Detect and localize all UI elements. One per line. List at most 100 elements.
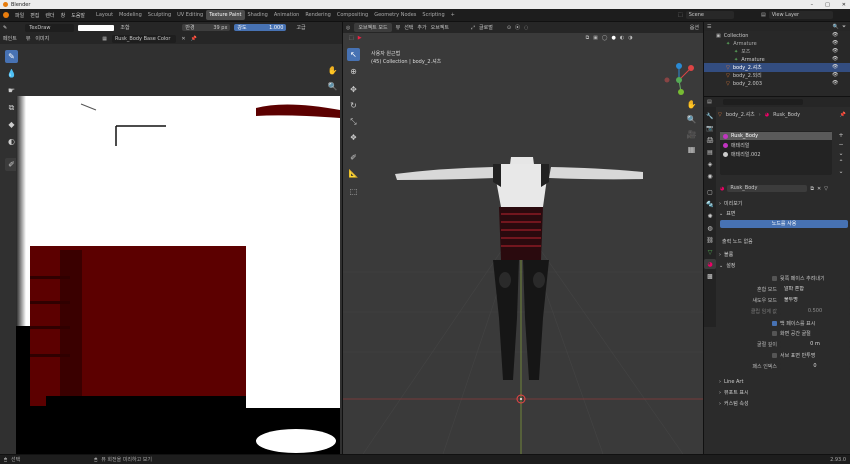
tab-scripting[interactable]: Scripting	[419, 10, 447, 20]
tab-rendering[interactable]: Rendering	[302, 10, 334, 20]
constraints-tab-icon[interactable]: ⛓	[704, 235, 716, 245]
3d-viewport[interactable]: ◎ 오브젝트 모드 뷰 선택 추가 오브젝트 ⤢ 글로벌 ⊙ ⦿ ◌ 옵션 ⬚ …	[343, 22, 703, 454]
world-tab-icon[interactable]: ◉	[704, 171, 716, 181]
section-preview[interactable]: › 미리보기	[719, 199, 850, 208]
render-tab-icon[interactable]: 📷	[704, 123, 716, 133]
material-slot[interactable]: Rusk_Body	[720, 132, 832, 140]
move-up-icon[interactable]: ⌃	[836, 158, 846, 167]
backface-culling-checkbox[interactable]	[772, 276, 777, 281]
soften-tool-icon[interactable]: 💧	[5, 67, 18, 80]
image-menu[interactable]: 이미지	[35, 35, 49, 42]
tab-geometry-nodes[interactable]: Geometry Nodes	[371, 10, 419, 20]
backface-culling-row[interactable]: 뒷쪽 페이스 추려내기	[718, 274, 850, 283]
close-icon[interactable]: ✕	[842, 2, 846, 8]
subsurface-checkbox[interactable]	[772, 353, 777, 358]
menu-window[interactable]: 창	[61, 12, 66, 19]
brush-name-field[interactable]: TexDraw	[25, 23, 75, 32]
pin-icon[interactable]: 📌	[840, 112, 846, 118]
physics-tab-icon[interactable]: ◍	[704, 223, 716, 233]
add-slot-icon[interactable]: +	[836, 131, 846, 140]
scene-selector[interactable]: Scene	[685, 11, 734, 19]
outliner-type-icon[interactable]: ☰	[707, 24, 711, 30]
scene-tab-icon[interactable]: ◈	[704, 159, 716, 169]
refraction-checkbox[interactable]	[772, 331, 777, 336]
tab-layout[interactable]: Layout	[93, 10, 116, 20]
texture-tab-icon[interactable]: ▩	[704, 271, 716, 281]
remove-slot-icon[interactable]: −	[836, 140, 846, 149]
image-name-field[interactable]: Rusk_Body Base Color	[111, 34, 177, 43]
eye-icon[interactable]: 👁	[832, 71, 848, 79]
refraction-depth-field[interactable]: 0 m	[780, 341, 850, 348]
eye-icon[interactable]: 👁	[832, 47, 848, 55]
eye-icon[interactable]: 👁	[832, 39, 848, 47]
use-nodes-button[interactable]: 노드를 사용	[720, 220, 848, 228]
menu-help[interactable]: 도움말	[71, 12, 85, 19]
menu-render[interactable]: 렌더	[45, 12, 54, 19]
tool-tab-icon[interactable]: 🔧	[704, 111, 716, 121]
pass-index-field[interactable]: 0	[780, 363, 850, 370]
image-browse-icon[interactable]: ▦	[102, 36, 107, 42]
ssr-row[interactable]: 화면 공간 굴절	[718, 329, 850, 338]
outliner-search-icon[interactable]: 🔍	[833, 24, 839, 30]
tab-sculpting[interactable]: Sculpting	[145, 10, 174, 20]
paint-menu[interactable]: 페인트	[3, 35, 17, 42]
outliner-row[interactable]: ▽ body_2.003	[704, 79, 850, 88]
eye-icon[interactable]: 👁	[832, 79, 848, 87]
section-settings[interactable]: ⌄ 설정	[719, 261, 850, 270]
blender-menu-icon[interactable]	[3, 12, 9, 18]
menu-edit[interactable]: 편집	[30, 12, 39, 19]
view-layer-selector[interactable]: View Layer	[768, 11, 834, 19]
strength-field[interactable]: 강도 1.000	[234, 24, 287, 31]
duplicate-icon[interactable]: ⧉	[810, 186, 814, 192]
hand-icon[interactable]: ✋	[326, 64, 339, 77]
eye-icon[interactable]: 👁	[832, 31, 848, 39]
section-viewport-display[interactable]: › 뷰포트 표시	[719, 388, 850, 397]
menu-file[interactable]: 파일	[15, 12, 24, 19]
tab-texture-paint[interactable]: Texture Paint	[206, 10, 245, 20]
section-custom-props[interactable]: › 커스텀 속성	[719, 399, 850, 408]
output-tab-icon[interactable]: 🖨	[704, 135, 716, 145]
properties-type-icon[interactable]: ▤	[707, 99, 712, 105]
material-slot[interactable]: 매테리얼	[720, 141, 832, 149]
brush-icon[interactable]: ✎	[3, 25, 7, 31]
advanced-dropdown[interactable]: 고급	[296, 24, 305, 31]
shadow-mode-dropdown[interactable]: 불투명	[780, 297, 850, 304]
view-layer-tab-icon[interactable]: ▤	[704, 147, 716, 157]
unlink-icon[interactable]: ✕	[817, 186, 821, 192]
show-backface-row[interactable]: 백 페이스를 표시	[718, 319, 850, 328]
draw-tool-icon[interactable]: ✎	[5, 50, 18, 63]
section-line-art[interactable]: › Line Art	[719, 377, 850, 386]
eye-icon[interactable]: 👁	[832, 55, 848, 63]
view-menu[interactable]: 뷰	[26, 35, 31, 42]
subsurface-row[interactable]: 서브 표면 반투명	[718, 351, 850, 360]
data-tab-icon[interactable]: ▽	[704, 247, 716, 257]
material-tab-icon[interactable]: ◕	[704, 259, 716, 269]
zoom-icon[interactable]: 🔍	[326, 80, 339, 93]
maximize-icon[interactable]: □	[825, 2, 830, 8]
properties-search[interactable]	[722, 99, 803, 105]
particles-tab-icon[interactable]: ✺	[704, 211, 716, 221]
modifier-tab-icon[interactable]: 🔩	[704, 199, 716, 209]
move-down-icon[interactable]: ⌄	[836, 167, 846, 176]
filter-icon[interactable]: ⏷	[842, 24, 846, 30]
clip-threshold-field[interactable]: 0.500	[780, 308, 850, 315]
color-swatch[interactable]	[78, 24, 115, 31]
slot-menu-icon[interactable]: ⌄	[836, 149, 846, 158]
eye-icon[interactable]: 👁	[832, 63, 848, 71]
tab-animation[interactable]: Animation	[271, 10, 303, 20]
blend-mode-dropdown[interactable]: 조합	[118, 24, 178, 31]
tab-uv-editing[interactable]: UV Editing	[174, 10, 206, 20]
section-volume[interactable]: › 볼륨	[719, 250, 850, 259]
tab-compositing[interactable]: Compositing	[334, 10, 371, 20]
blend-mode-dropdown[interactable]: 알파 혼합	[780, 286, 850, 293]
add-workspace-button[interactable]: +	[448, 10, 458, 20]
tab-shading[interactable]: Shading	[245, 10, 271, 20]
pin-icon[interactable]: 📌	[191, 36, 197, 42]
material-name-field[interactable]: Rusk_Body	[727, 185, 808, 192]
material-browse-icon[interactable]: ◕	[720, 186, 724, 192]
minimize-icon[interactable]: –	[811, 2, 814, 8]
object-tab-icon[interactable]: ▢	[704, 187, 716, 197]
tab-modeling[interactable]: Modeling	[116, 10, 145, 20]
radius-field[interactable]: 반경 39 px	[182, 24, 231, 31]
material-slot[interactable]: 매테리얼.002	[720, 150, 832, 158]
